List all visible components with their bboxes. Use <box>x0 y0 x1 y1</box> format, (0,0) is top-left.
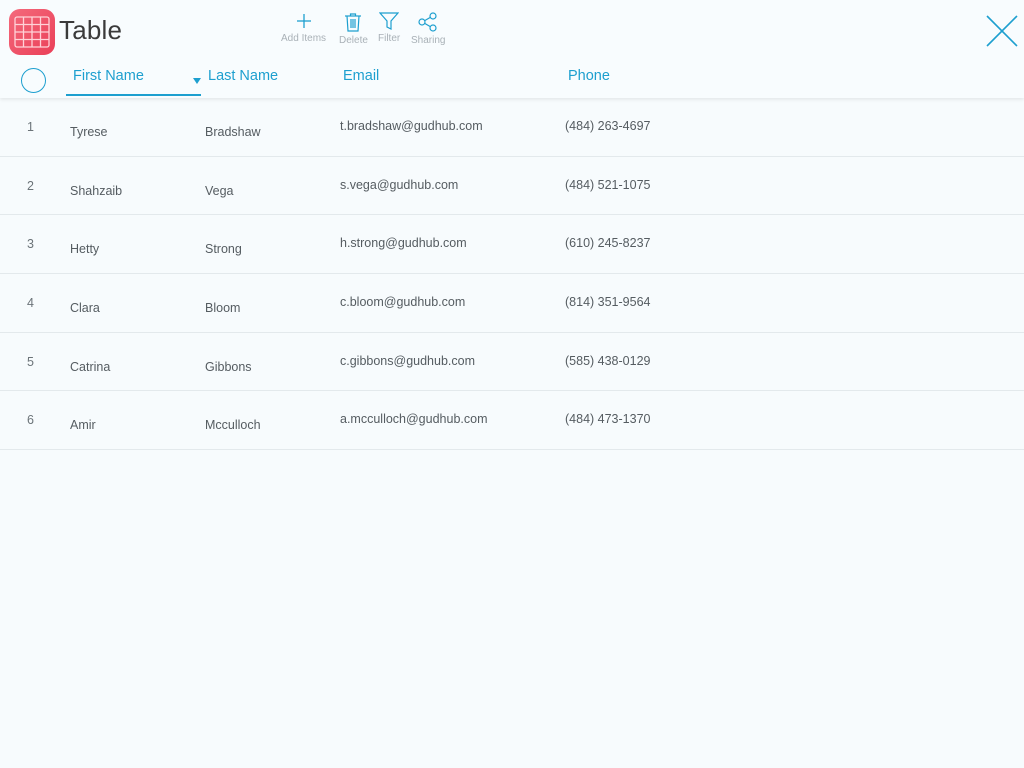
cell-email: c.gibbons@gudhub.com <box>340 353 475 368</box>
table-row[interactable]: 2 Shahzaib Vega s.vega@gudhub.com (484) … <box>0 157 1024 216</box>
sort-indicator-underline <box>66 94 201 96</box>
cell-last-name: Vega <box>205 183 234 198</box>
cell-last-name: Bradshaw <box>205 125 261 139</box>
plus-icon <box>296 14 311 28</box>
page-title: Table <box>59 15 123 45</box>
cell-phone: (484) 263-4697 <box>565 119 651 133</box>
delete-button[interactable]: Delete <box>339 12 368 46</box>
cell-last-name: Bloom <box>205 301 241 316</box>
table-row[interactable]: 4 Clara Bloom c.bloom@gudhub.com (814) 3… <box>0 274 1024 333</box>
cell-email: c.bloom@gudhub.com <box>340 295 466 310</box>
cell-email: h.strong@gudhub.com <box>340 236 467 251</box>
delete-label: Delete <box>339 35 368 46</box>
cell-first-name: Shahzaib <box>70 183 123 198</box>
sharing-button[interactable]: Sharing <box>411 12 445 46</box>
trash-icon <box>345 13 362 32</box>
cell-last-name: Mcculloch <box>205 418 261 433</box>
cell-first-name: Tyrese <box>70 125 108 139</box>
cell-phone: (814) 351-9564 <box>565 295 651 310</box>
cell-first-name: Hetty <box>70 242 100 257</box>
filter-label: Filter <box>378 33 401 44</box>
table-row[interactable]: 6 Amir Mcculloch a.mcculloch@gudhub.com … <box>0 391 1024 451</box>
share-icon <box>418 12 437 32</box>
row-number: 6 <box>27 413 34 428</box>
table-row[interactable]: 1 Tyrese Bradshaw t.bradshaw@gudhub.com … <box>0 98 1024 157</box>
table-row[interactable]: 5 Catrina Gibbons c.gibbons@gudhub.com (… <box>0 333 1024 392</box>
add-items-button[interactable]: Add Items <box>281 12 326 44</box>
table-row[interactable]: 3 Hetty Strong h.strong@gudhub.com (610)… <box>0 215 1024 275</box>
row-number: 1 <box>27 120 34 134</box>
cell-email: a.mcculloch@gudhub.com <box>340 412 488 427</box>
column-header-email[interactable]: Email <box>343 68 379 84</box>
cell-email: t.bradshaw@gudhub.com <box>340 119 483 133</box>
column-header-phone[interactable]: Phone <box>568 68 610 84</box>
table-body: 1 Tyrese Bradshaw t.bradshaw@gudhub.com … <box>0 98 1024 451</box>
column-header-first-name[interactable]: First Name <box>73 68 144 84</box>
sort-arrow-icon[interactable] <box>193 78 201 84</box>
app-header: Table Add Items Delete Filter Sharing Fi… <box>0 0 1024 98</box>
cell-last-name: Gibbons <box>205 359 252 374</box>
cell-first-name: Amir <box>70 418 96 433</box>
row-number: 4 <box>27 296 34 311</box>
row-number: 2 <box>27 178 34 193</box>
column-header-last-name[interactable]: Last Name <box>208 68 278 84</box>
cell-last-name: Strong <box>205 242 242 257</box>
row-number: 5 <box>27 354 34 369</box>
cell-phone: (484) 521-1075 <box>565 177 651 192</box>
sharing-label: Sharing <box>411 35 446 46</box>
cell-email: s.vega@gudhub.com <box>340 177 459 192</box>
cell-phone: (585) 438-0129 <box>565 353 651 368</box>
cell-phone: (484) 473-1370 <box>565 412 651 427</box>
cell-first-name: Catrina <box>70 359 111 374</box>
table-icon[interactable] <box>9 9 55 55</box>
close-icon <box>986 15 1018 47</box>
add-items-label: Add Items <box>281 33 327 44</box>
close-button[interactable] <box>985 14 1019 48</box>
row-number: 3 <box>27 237 34 252</box>
select-all-checkbox[interactable] <box>21 68 46 93</box>
filter-icon <box>379 12 400 30</box>
filter-button[interactable]: Filter <box>378 12 400 44</box>
cell-phone: (610) 245-8237 <box>565 236 651 251</box>
cell-first-name: Clara <box>70 301 100 316</box>
